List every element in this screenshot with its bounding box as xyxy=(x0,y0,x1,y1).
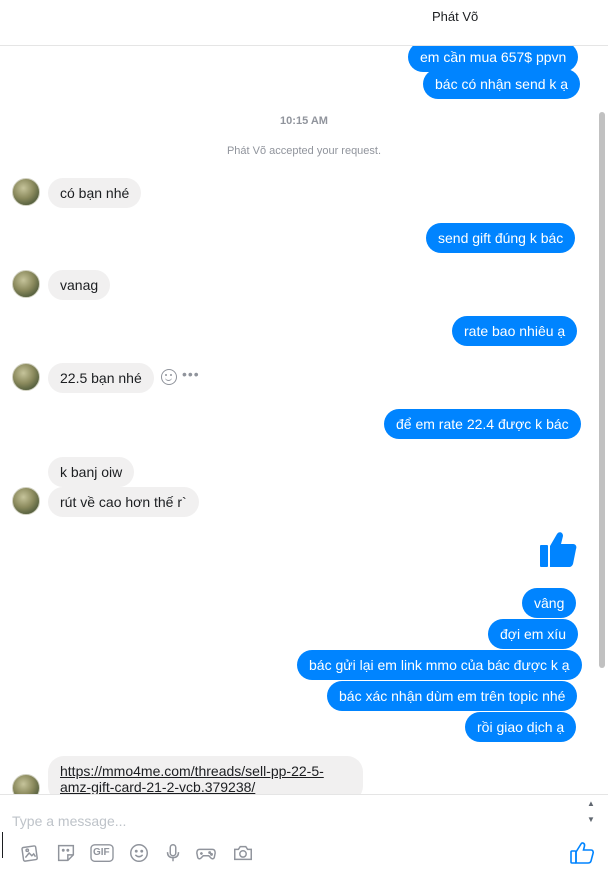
avatar[interactable] xyxy=(12,178,40,206)
scroll-up-icon[interactable]: ▲ xyxy=(587,799,595,808)
thread-scrollbar[interactable] xyxy=(598,46,606,794)
avatar[interactable] xyxy=(12,774,40,794)
message-incoming[interactable]: 22.5 bạn nhé xyxy=(48,363,154,393)
like-sticker-icon[interactable] xyxy=(538,530,578,570)
thumbs-up-icon[interactable] xyxy=(569,840,595,866)
gif-icon[interactable]: GIF xyxy=(88,841,116,865)
link-line[interactable]: https://mmo4me.com/threads/sell-pp-22-5- xyxy=(60,763,351,779)
message-incoming-link[interactable]: https://mmo4me.com/threads/sell-pp-22-5-… xyxy=(48,756,363,794)
message-incoming[interactable]: vanag xyxy=(48,270,111,300)
sticker-icon[interactable] xyxy=(54,841,78,865)
scroll-down-icon[interactable]: ▼ xyxy=(587,815,595,824)
message-outgoing[interactable]: bác xác nhận dùm em trên topic nhé xyxy=(327,681,578,711)
message-incoming[interactable]: rút về cao hơn thế r` xyxy=(48,487,199,517)
scrollbar-thumb[interactable] xyxy=(599,112,605,668)
message-incoming[interactable]: có bạn nhé xyxy=(48,178,142,208)
message-timestamp: 10:15 AM xyxy=(280,115,328,127)
message-outgoing[interactable]: bác có nhận send k ạ xyxy=(423,69,581,99)
avatar[interactable] xyxy=(12,363,40,391)
message-composer: ▲ ▼ GIF xyxy=(0,794,608,878)
link-line[interactable]: amz-gift-card-21-2-vcb.379238/ xyxy=(60,779,351,794)
avatar[interactable] xyxy=(12,270,40,298)
message-input[interactable] xyxy=(12,813,572,829)
message-thread: em cần mua 657$ ppvn bác có nhận send k … xyxy=(0,46,608,794)
message-outgoing[interactable]: send gift đúng k bác xyxy=(426,223,576,253)
text-caret xyxy=(2,832,3,858)
gallery-icon[interactable] xyxy=(18,841,42,865)
contact-name[interactable]: Phát Võ xyxy=(432,9,478,24)
camera-icon[interactable] xyxy=(231,841,255,865)
conversation-header: Phát Võ xyxy=(0,0,608,46)
microphone-icon[interactable] xyxy=(161,841,185,865)
gif-label: GIF xyxy=(93,847,110,858)
game-controller-icon[interactable] xyxy=(194,841,218,865)
more-options-icon[interactable]: ••• xyxy=(182,366,200,382)
message-outgoing[interactable]: đợi em xíu xyxy=(488,619,578,649)
message-outgoing[interactable]: để em rate 22.4 được k bác xyxy=(384,409,581,439)
request-accepted-notice: Phát Võ accepted your request. xyxy=(226,145,382,157)
emoji-reaction-icon[interactable] xyxy=(161,369,177,385)
message-outgoing[interactable]: rồi giao dịch ạ xyxy=(465,712,577,742)
message-outgoing[interactable]: rate bao nhiêu ạ xyxy=(452,316,578,346)
message-incoming[interactable]: k banj oiw xyxy=(48,457,135,487)
emoji-icon[interactable] xyxy=(127,841,151,865)
avatar[interactable] xyxy=(12,487,40,515)
message-outgoing[interactable]: bác gửi lại em link mmo của bác được k ạ xyxy=(297,650,582,680)
message-outgoing[interactable]: vâng xyxy=(522,588,577,618)
